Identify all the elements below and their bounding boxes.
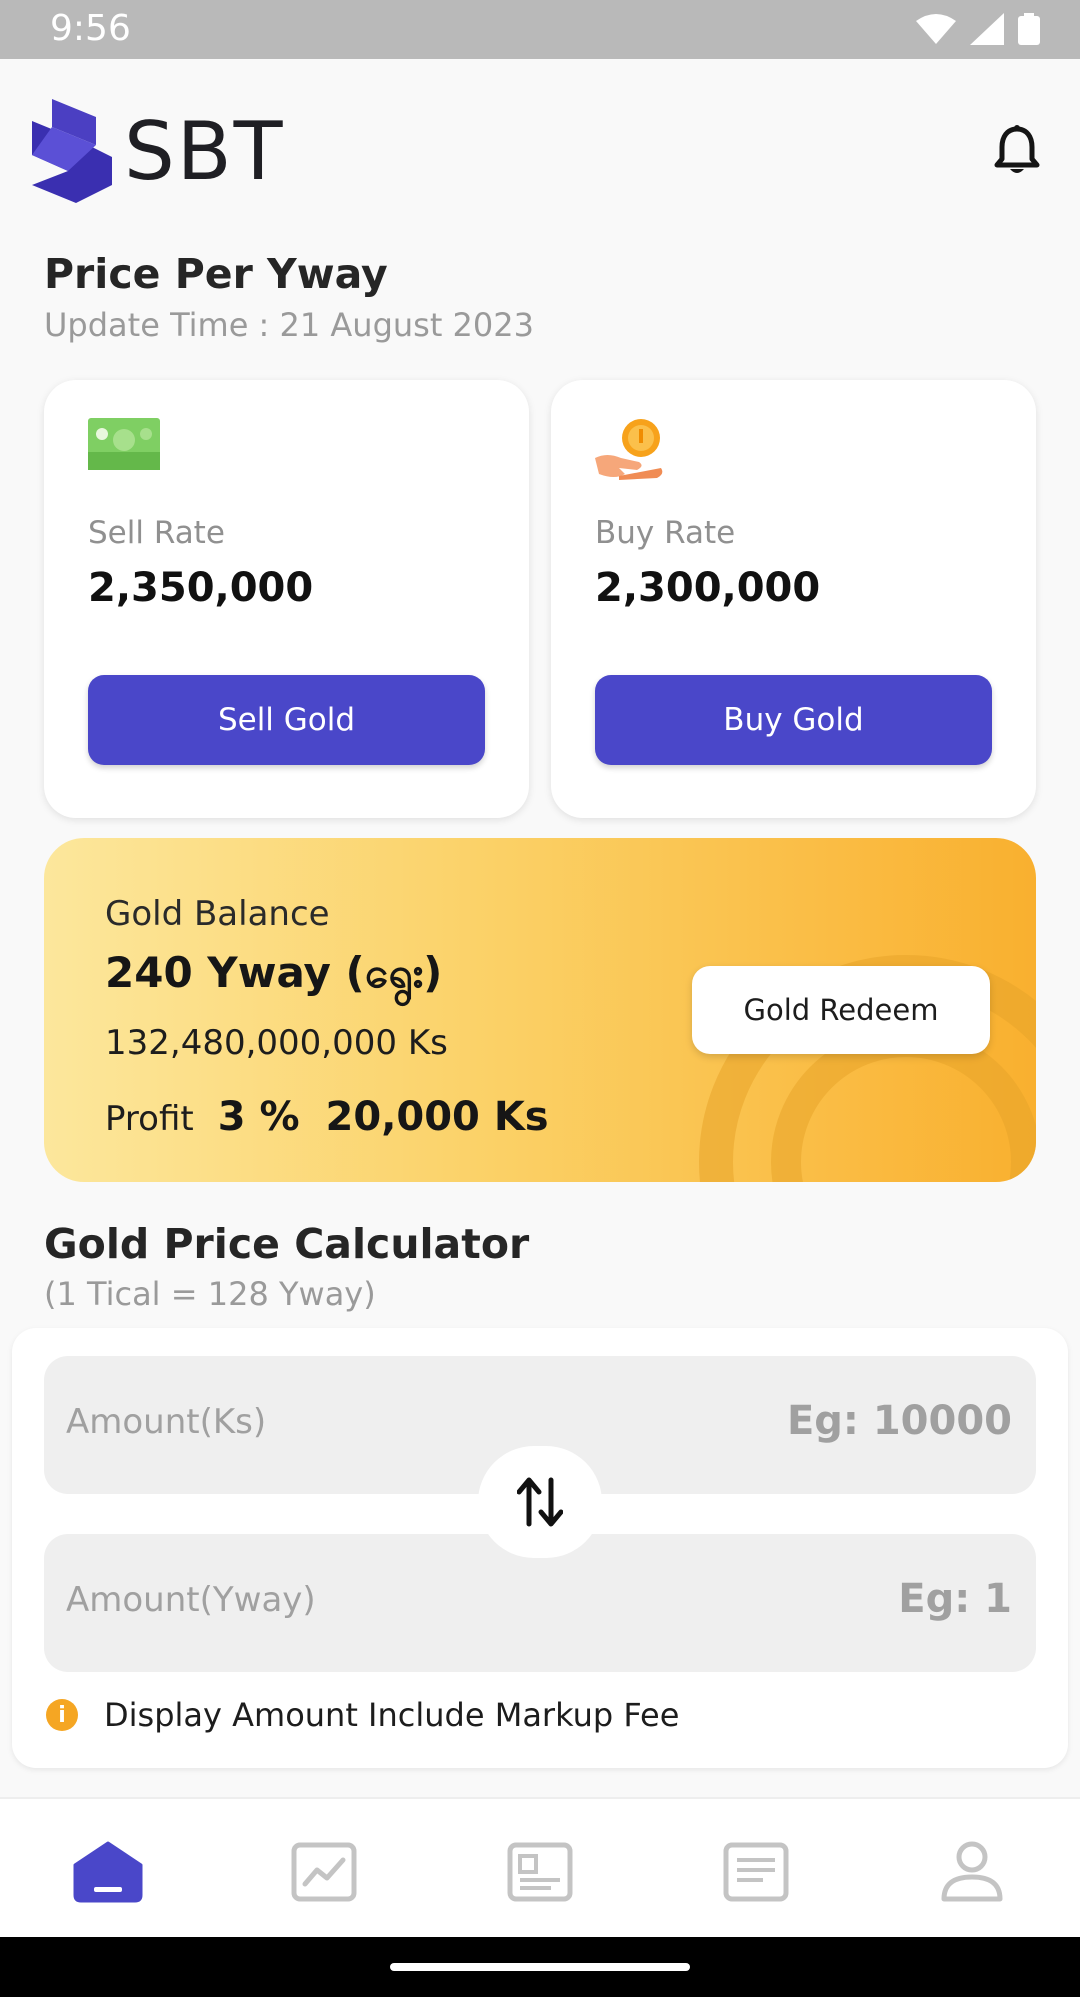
bottom-nav (0, 1797, 1080, 1937)
app-header: SBT (0, 59, 1080, 249)
buy-rate-value: 2,300,000 (595, 565, 821, 611)
sell-rate-label: Sell Rate (88, 515, 225, 551)
home-gesture-handle[interactable] (390, 1963, 690, 1971)
chart-icon (291, 1842, 357, 1902)
profile-icon (941, 1841, 1003, 1902)
status-icons (916, 13, 1040, 45)
cash-icon (88, 418, 160, 480)
markup-note-text: Display Amount Include Markup Fee (104, 1696, 680, 1734)
signal-icon (970, 13, 1004, 45)
profit-row: Profit 3 % 20,000 Ks (105, 1094, 549, 1140)
profit-label: Profit (105, 1099, 194, 1139)
sell-gold-button[interactable]: Sell Gold (88, 675, 485, 765)
gold-balance-card: Gold Balance 240 Yway (ရွေး) 132,480,000… (44, 838, 1036, 1182)
home-icon (73, 1841, 143, 1903)
info-icon: i (46, 1699, 78, 1731)
amount-ks-label: Amount(Ks) (66, 1402, 267, 1442)
wifi-icon (916, 14, 956, 44)
swap-arrows-icon (517, 1477, 563, 1527)
logo-text: SBT (124, 104, 285, 198)
calculator-title: Gold Price Calculator (44, 1220, 530, 1268)
profit-percent: 3 % (217, 1094, 300, 1140)
amount-yway-placeholder: Eg: 1 (898, 1576, 1012, 1622)
sell-rate-value: 2,350,000 (88, 565, 314, 611)
gesture-bar (0, 1937, 1080, 1997)
swap-button[interactable] (478, 1446, 602, 1558)
coin-hand-icon (595, 418, 667, 480)
sell-rate-card: Sell Rate 2,350,000 Sell Gold (44, 380, 529, 818)
sbt-logo-icon (32, 99, 112, 203)
gold-redeem-button[interactable]: Gold Redeem (692, 966, 990, 1054)
nav-chart[interactable] (284, 1837, 364, 1907)
price-title: Price Per Yway (44, 250, 388, 298)
bell-icon (994, 125, 1040, 173)
calculator-subtitle: (1 Tical = 128 Yway) (44, 1275, 376, 1313)
gold-balance-yway: 240 Yway (ရွေး) (105, 948, 443, 997)
nav-news[interactable] (500, 1837, 580, 1907)
buy-rate-label: Buy Rate (595, 515, 736, 551)
gold-balance-ks: 132,480,000,000 Ks (105, 1023, 448, 1063)
status-time: 9:56 (50, 8, 131, 49)
document-icon (723, 1842, 789, 1902)
update-time: Update Time : 21 August 2023 (44, 306, 534, 344)
logo: SBT (32, 99, 285, 203)
battery-icon (1018, 13, 1040, 45)
nav-home[interactable] (68, 1837, 148, 1907)
calculator-card: Amount(Ks) Eg: 10000 Amount(Yway) Eg: 1 … (12, 1328, 1068, 1768)
buy-gold-button[interactable]: Buy Gold (595, 675, 992, 765)
amount-ks-placeholder: Eg: 10000 (786, 1398, 1012, 1444)
gold-balance-label: Gold Balance (105, 894, 330, 934)
markup-note: i Display Amount Include Markup Fee (46, 1696, 679, 1734)
nav-history[interactable] (716, 1837, 796, 1907)
amount-yway-label: Amount(Yway) (66, 1580, 316, 1620)
profit-amount: 20,000 Ks (325, 1094, 549, 1140)
news-icon (507, 1842, 573, 1902)
buy-rate-card: Buy Rate 2,300,000 Buy Gold (551, 380, 1036, 818)
nav-profile[interactable] (932, 1837, 1012, 1907)
notification-button[interactable] (994, 125, 1040, 181)
status-bar: 9:56 (0, 0, 1080, 59)
